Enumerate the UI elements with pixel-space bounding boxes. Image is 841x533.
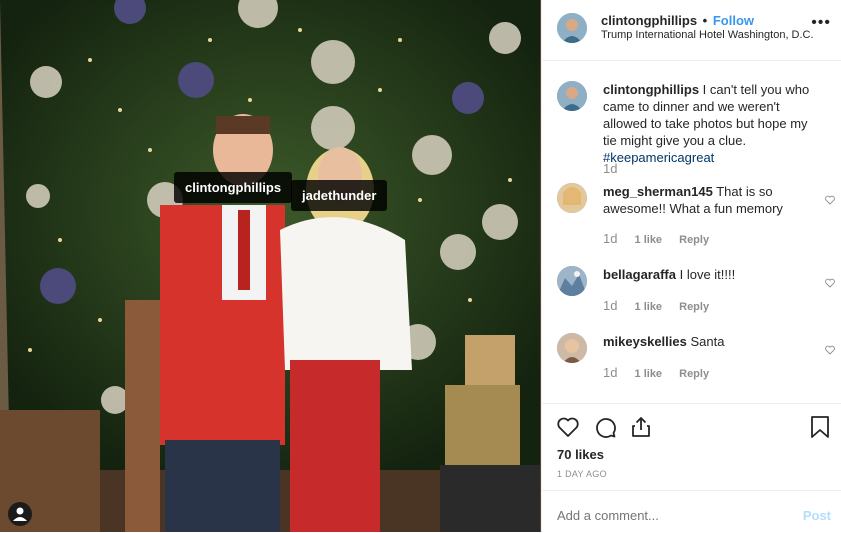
comment-input[interactable] <box>557 508 777 523</box>
caption-text: clintongphillips I can't tell you who ca… <box>603 81 813 166</box>
timestamp[interactable]: 1d <box>603 298 617 313</box>
comment-body: I love it!!!! <box>679 267 736 282</box>
header-username[interactable]: clintongphillips <box>601 13 697 28</box>
avatar[interactable] <box>557 266 587 296</box>
like-comment-icon[interactable] <box>825 278 835 288</box>
likes-count[interactable]: 70 likes <box>557 447 604 462</box>
like-comment-icon[interactable] <box>825 345 835 355</box>
post-sidebar: clintongphillips • Follow Trump Internat… <box>541 0 841 532</box>
more-options-icon[interactable]: ••• <box>811 14 831 32</box>
comment-body: Santa <box>690 334 725 349</box>
timestamp[interactable]: 1d <box>603 231 617 246</box>
photo-image <box>0 0 541 532</box>
avatar[interactable] <box>557 183 587 213</box>
comment-likes[interactable]: 1 like <box>635 368 663 380</box>
reply-button[interactable]: Reply <box>679 301 709 313</box>
comment-meta: 1d 1 like Reply <box>603 231 709 246</box>
comment-username[interactable]: mikeyskellies <box>603 334 687 349</box>
avatar[interactable] <box>557 333 587 363</box>
timestamp[interactable]: 1d <box>603 161 617 176</box>
comment-text: meg_sherman145 That is so awesome!! What… <box>603 183 813 217</box>
comment-icon[interactable] <box>593 415 617 439</box>
share-icon[interactable] <box>629 415 653 439</box>
heart-icon[interactable] <box>556 415 580 439</box>
comment-username[interactable]: bellagaraffa <box>603 267 676 282</box>
comment-meta: 1d 1 like Reply <box>603 298 709 313</box>
user-tag[interactable]: clintongphillips <box>174 172 293 203</box>
user-tags-icon[interactable] <box>8 502 32 526</box>
comment-likes[interactable]: 1 like <box>635 234 663 246</box>
reply-button[interactable]: Reply <box>679 368 709 380</box>
follow-button[interactable]: Follow <box>713 13 754 28</box>
location-link[interactable]: Trump International Hotel Washington, D.… <box>601 29 814 41</box>
bookmark-icon[interactable] <box>809 415 831 439</box>
avatar[interactable] <box>557 81 587 111</box>
post-photo[interactable]: clintongphillips jadethunder <box>0 0 541 532</box>
post-header: clintongphillips • Follow Trump Internat… <box>542 0 841 61</box>
comment-composer: Post <box>542 490 841 533</box>
user-tag[interactable]: jadethunder <box>291 180 388 211</box>
action-bar: 70 likes 1 DAY AGO <box>542 403 841 491</box>
post-comment-button[interactable]: Post <box>803 508 831 523</box>
header-user-line: clintongphillips • Follow <box>601 13 754 28</box>
comment-text: bellagaraffa I love it!!!! <box>603 266 813 283</box>
comment-likes[interactable]: 1 like <box>635 301 663 313</box>
comments-list[interactable]: clintongphillips I can't tell you who ca… <box>542 61 841 403</box>
comment-username[interactable]: meg_sherman145 <box>603 184 713 199</box>
comment-username[interactable]: clintongphillips <box>603 82 699 97</box>
separator: • <box>702 13 708 28</box>
avatar[interactable] <box>557 13 587 43</box>
reply-button[interactable]: Reply <box>679 234 709 246</box>
hashtag-link[interactable]: #keepamericagreat <box>603 150 714 165</box>
comment-meta: 1d 1 like Reply <box>603 365 709 380</box>
caption-meta: 1d <box>603 161 617 176</box>
like-comment-icon[interactable] <box>825 195 835 205</box>
comment-text: mikeyskellies Santa <box>603 333 813 350</box>
post-timestamp[interactable]: 1 DAY AGO <box>557 469 607 479</box>
timestamp[interactable]: 1d <box>603 365 617 380</box>
